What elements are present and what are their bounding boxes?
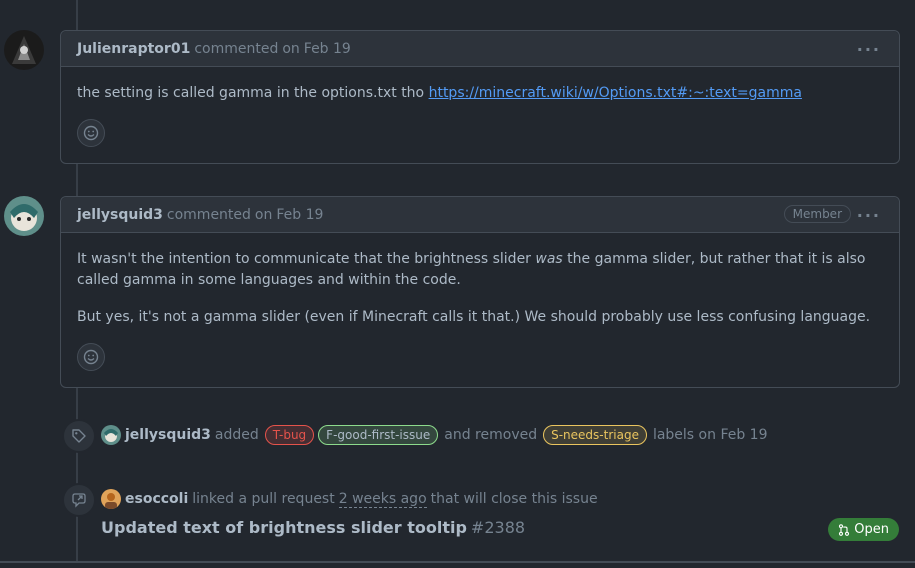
- label-event: jellysquid3 added T-bug F-good-first-iss…: [101, 425, 768, 445]
- event-text: that will close this issue: [430, 491, 598, 507]
- member-badge: Member: [783, 205, 851, 223]
- comment-body: It wasn't the intention to communicate t…: [61, 233, 899, 360]
- pr-number: #2388: [470, 518, 526, 537]
- comment-paragraph: It wasn't the intention to communicate t…: [77, 251, 866, 288]
- tag-icon: [62, 419, 96, 453]
- timeline-line: [76, 163, 78, 196]
- divider: [0, 561, 915, 563]
- event-actor[interactable]: jellysquid3: [125, 427, 211, 443]
- avatar[interactable]: [4, 30, 44, 70]
- avatar[interactable]: [101, 489, 121, 509]
- label-t-bug[interactable]: T-bug: [264, 425, 315, 445]
- event-text: linked a pull request: [192, 491, 335, 507]
- comment-author[interactable]: jellysquid3: [77, 207, 163, 223]
- kebab-horizontal-icon[interactable]: ···: [857, 206, 881, 225]
- kebab-horizontal-icon[interactable]: ···: [857, 40, 881, 59]
- comment-author[interactable]: Julienraptor01: [77, 41, 190, 57]
- comment-text: the setting is called gamma in the optio…: [77, 85, 425, 101]
- label-s-needs-triage[interactable]: S-needs-triage: [543, 425, 647, 445]
- git-pull-request-icon: [839, 523, 850, 536]
- add-reaction-button[interactable]: [77, 119, 105, 147]
- comment-date-prefix: on: [282, 40, 300, 57]
- comment-date[interactable]: Feb 19: [276, 207, 323, 223]
- comment-date[interactable]: Feb 19: [304, 41, 351, 57]
- comment: jellysquid3 commented on Feb 19 Member ·…: [60, 196, 900, 388]
- event-actor[interactable]: esoccoli: [125, 491, 188, 507]
- comment-body: the setting is called gamma in the optio…: [61, 67, 899, 120]
- pr-title[interactable]: Updated text of brightness slider toolti…: [101, 518, 467, 537]
- label-f-good-first-issue[interactable]: F-good-first-issue: [318, 425, 439, 445]
- comment-paragraph: But yes, it's not a gamma slider (even i…: [77, 309, 871, 325]
- avatar[interactable]: [4, 196, 44, 236]
- avatar[interactable]: [101, 425, 121, 445]
- comment: Julienraptor01 commented on Feb 19 ··· t…: [60, 30, 900, 164]
- cross-reference-icon: [62, 483, 96, 517]
- pr-status-label: Open: [854, 522, 889, 537]
- comment-action: commented: [166, 206, 251, 223]
- pr-event: esoccoli linked a pull request 2 weeks a…: [101, 489, 598, 509]
- comment-action: commented: [194, 40, 279, 57]
- smiley-icon: [83, 349, 99, 365]
- event-text: labels on Feb 19: [652, 427, 768, 443]
- timeline-line: [76, 0, 78, 30]
- smiley-icon: [83, 125, 99, 141]
- pr-status-badge: Open: [828, 518, 899, 541]
- comment-link[interactable]: https://minecraft.wiki/w/Options.txt#:~:…: [429, 85, 802, 101]
- timeline-line: [76, 387, 78, 562]
- pr-title-link[interactable]: Updated text of brightness slider toolti…: [101, 518, 525, 537]
- add-reaction-button[interactable]: [77, 343, 105, 371]
- comment-date-prefix: on: [254, 206, 273, 223]
- comment-header: jellysquid3 commented on Feb 19 Member ·…: [61, 197, 899, 233]
- comment-header: Julienraptor01 commented on Feb 19 ···: [61, 31, 899, 67]
- event-text: added: [214, 427, 259, 443]
- event-time[interactable]: 2 weeks ago: [338, 491, 427, 508]
- event-text: and removed: [444, 427, 538, 443]
